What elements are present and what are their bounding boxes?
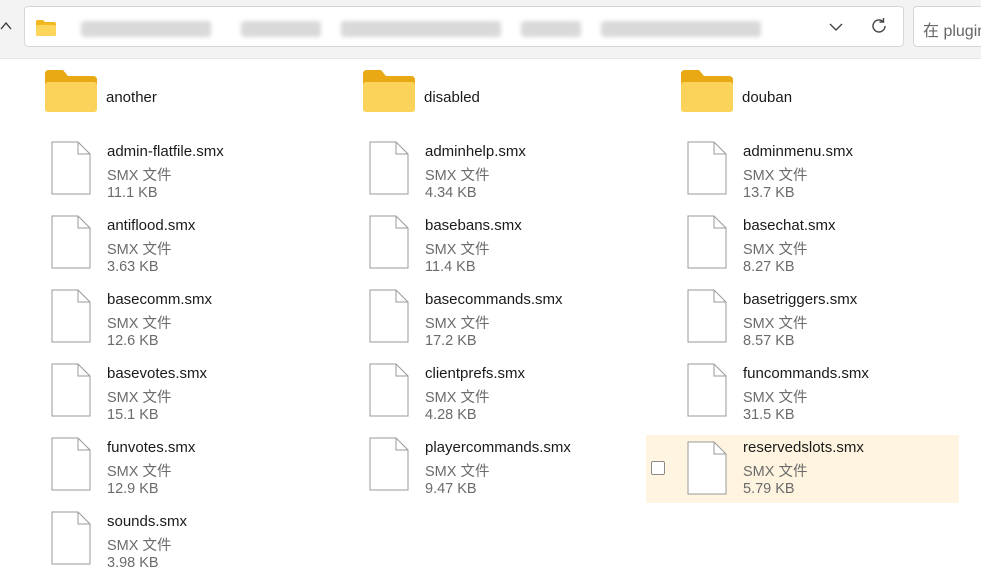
folder-item-douban[interactable]: douban	[680, 68, 981, 136]
file-type: SMX 文件	[743, 390, 808, 406]
file-type: SMX 文件	[425, 242, 490, 258]
file-type: SMX 文件	[743, 464, 808, 480]
file-item[interactable]: funcommands.smx SMX 文件 31.5 KB	[681, 356, 981, 424]
file-icon	[687, 141, 727, 200]
file-item[interactable]: basetriggers.smx SMX 文件 8.57 KB	[681, 282, 981, 350]
folder-name: another	[106, 89, 157, 106]
file-size: 8.27 KB	[743, 259, 795, 275]
file-type: SMX 文件	[107, 168, 172, 184]
file-icon	[51, 437, 91, 496]
chevron-down-icon[interactable]	[825, 16, 847, 38]
file-item[interactable]: basecomm.smx SMX 文件 12.6 KB	[45, 282, 357, 350]
file-item[interactable]: playercommands.smx SMX 文件 9.47 KB	[363, 430, 675, 498]
file-name: basechat.smx	[743, 217, 836, 234]
file-icon	[369, 289, 409, 348]
file-icon	[687, 289, 727, 348]
file-name: playercommands.smx	[425, 439, 571, 456]
file-name: reservedslots.smx	[743, 439, 864, 456]
file-item[interactable]: sounds.smx SMX 文件 3.98 KB	[45, 504, 357, 572]
file-size: 5.79 KB	[743, 481, 795, 497]
file-icon	[369, 363, 409, 422]
file-name: funvotes.smx	[107, 439, 196, 456]
folder-item-another[interactable]: another	[44, 68, 356, 136]
search-input[interactable]: 在 plugins	[913, 6, 981, 47]
file-item[interactable]: antiflood.smx SMX 文件 3.63 KB	[45, 208, 357, 276]
file-size: 11.4 KB	[425, 259, 476, 275]
file-type: SMX 文件	[743, 242, 808, 258]
file-icon	[51, 141, 91, 200]
file-type: SMX 文件	[743, 316, 808, 332]
file-type: SMX 文件	[107, 538, 172, 554]
file-size: 11.1 KB	[107, 185, 158, 201]
file-type: SMX 文件	[425, 390, 490, 406]
file-name: basecomm.smx	[107, 291, 213, 308]
folder-name: disabled	[424, 89, 480, 106]
file-name: admin-flatfile.smx	[107, 143, 224, 160]
file-type: SMX 文件	[425, 464, 490, 480]
file-size: 3.63 KB	[107, 259, 159, 275]
file-size: 17.2 KB	[425, 333, 477, 349]
file-item[interactable]: clientprefs.smx SMX 文件 4.28 KB	[363, 356, 675, 424]
file-icon	[369, 141, 409, 200]
file-name: sounds.smx	[107, 513, 188, 530]
file-type: SMX 文件	[425, 168, 490, 184]
file-size: 3.98 KB	[107, 555, 159, 571]
file-icon	[51, 289, 91, 348]
file-type: SMX 文件	[425, 316, 490, 332]
address-bar[interactable]	[24, 6, 904, 47]
file-icon	[369, 437, 409, 496]
file-name: basecommands.smx	[425, 291, 563, 308]
file-icon	[369, 215, 409, 274]
folder-icon	[362, 68, 416, 119]
file-size: 31.5 KB	[743, 407, 795, 423]
file-name: funcommands.smx	[743, 365, 869, 382]
file-item[interactable]: funvotes.smx SMX 文件 12.9 KB	[45, 430, 357, 498]
file-icon	[51, 215, 91, 274]
file-type: SMX 文件	[107, 390, 172, 406]
file-item[interactable]: basechat.smx SMX 文件 8.27 KB	[681, 208, 981, 276]
file-icon	[687, 441, 727, 500]
file-icon	[51, 363, 91, 422]
folder-icon	[44, 68, 98, 119]
file-size: 8.57 KB	[743, 333, 795, 349]
address-toolbar: 在 plugins	[0, 0, 981, 59]
file-name: basetriggers.smx	[743, 291, 858, 308]
folder-name: douban	[742, 89, 793, 106]
file-size: 15.1 KB	[107, 407, 159, 423]
file-size: 9.47 KB	[425, 481, 477, 497]
up-arrow-icon[interactable]	[0, 14, 12, 38]
file-type: SMX 文件	[107, 242, 172, 258]
file-name: basebans.smx	[425, 217, 522, 234]
file-name: clientprefs.smx	[425, 365, 526, 382]
file-item[interactable]: basecommands.smx SMX 文件 17.2 KB	[363, 282, 675, 350]
file-size: 13.7 KB	[743, 185, 795, 201]
file-icon	[687, 215, 727, 274]
folder-icon	[680, 68, 734, 119]
file-item[interactable]: adminhelp.smx SMX 文件 4.34 KB	[363, 134, 675, 202]
file-name: basevotes.smx	[107, 365, 208, 382]
file-name: adminhelp.smx	[425, 143, 526, 160]
file-type: SMX 文件	[743, 168, 808, 184]
file-item-hovered[interactable]: reservedslots.smx SMX 文件 5.79 KB	[646, 435, 959, 503]
file-item[interactable]: basebans.smx SMX 文件 11.4 KB	[363, 208, 675, 276]
file-name: adminmenu.smx	[743, 143, 854, 160]
folder-item-disabled[interactable]: disabled	[362, 68, 674, 136]
select-checkbox[interactable]	[651, 461, 665, 475]
file-item[interactable]: adminmenu.smx SMX 文件 13.7 KB	[681, 134, 981, 202]
file-name: antiflood.smx	[107, 217, 196, 234]
file-size: 12.9 KB	[107, 481, 159, 497]
file-type: SMX 文件	[107, 464, 172, 480]
file-size: 4.34 KB	[425, 185, 477, 201]
file-size: 4.28 KB	[425, 407, 477, 423]
file-icon	[51, 511, 91, 570]
refresh-icon[interactable]	[868, 15, 890, 37]
file-item[interactable]: admin-flatfile.smx SMX 文件 11.1 KB	[45, 134, 357, 202]
file-type: SMX 文件	[107, 316, 172, 332]
file-icon	[687, 363, 727, 422]
folder-icon	[35, 19, 57, 42]
file-size: 12.6 KB	[107, 333, 159, 349]
file-item[interactable]: basevotes.smx SMX 文件 15.1 KB	[45, 356, 357, 424]
